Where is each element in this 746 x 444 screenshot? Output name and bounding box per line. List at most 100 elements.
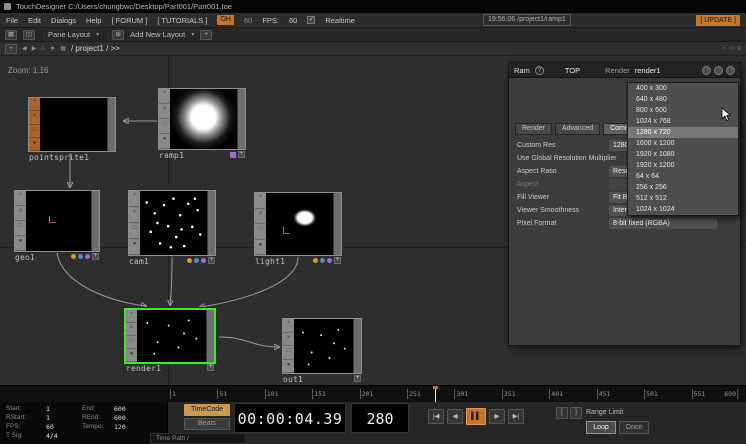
rend-value[interactable]: 600 xyxy=(114,414,126,422)
viewer-flag-icon[interactable]: * xyxy=(15,191,26,206)
display-flag[interactable] xyxy=(194,258,199,263)
node-cam1[interactable]: * × □ ● cam1 + xyxy=(128,190,216,256)
display-flag[interactable] xyxy=(78,254,83,259)
viewer-square-icon[interactable]: □ xyxy=(730,46,734,52)
oh-toggle[interactable]: OH xyxy=(217,15,234,25)
node-light1[interactable]: * × □ ● light1 + xyxy=(254,192,342,256)
clone-flag-icon[interactable]: × xyxy=(283,333,294,347)
update-button[interactable]: [ UPDATE ] xyxy=(696,15,740,26)
display-flag[interactable] xyxy=(230,152,236,158)
op-family-label[interactable]: TOP xyxy=(565,66,580,75)
tab-render[interactable]: Render xyxy=(515,123,552,135)
pickable-flag[interactable] xyxy=(327,258,332,263)
dropdown-option[interactable]: 400 x 300 xyxy=(628,83,738,94)
forward-icon[interactable]: ▶ xyxy=(32,45,37,52)
clone-flag-icon[interactable]: × xyxy=(159,104,170,119)
realtime-label[interactable]: Realtime xyxy=(325,16,355,25)
clone-flag-icon[interactable]: × xyxy=(129,207,140,223)
bypass-flag-icon[interactable]: □ xyxy=(159,119,170,134)
jump-to-end-button[interactable]: ▶| xyxy=(508,409,524,424)
timeline-track[interactable]: 1 51 101 151 201 251 301 351 401 451 501… xyxy=(170,386,738,402)
dropdown-option[interactable]: 800 x 600 xyxy=(628,105,738,116)
clone-flag-icon[interactable]: × xyxy=(126,323,137,336)
end-value[interactable]: 600 xyxy=(114,405,126,413)
menu-file[interactable]: File xyxy=(6,16,18,25)
pane-preset-icon[interactable]: ⊞ xyxy=(112,30,124,40)
node-geo1[interactable]: * × □ ● geo1 + xyxy=(14,190,100,252)
lock-flag-icon[interactable]: ● xyxy=(15,236,26,251)
home-icon[interactable]: ⌂ xyxy=(41,46,45,52)
dropdown-option[interactable]: 1024 x 768 xyxy=(628,116,738,127)
play-forward-button[interactable]: ▶ xyxy=(489,409,505,424)
render-flag[interactable] xyxy=(71,254,76,259)
range-start-icon[interactable]: [ xyxy=(556,407,568,419)
bypass-flag-icon[interactable]: □ xyxy=(126,336,137,349)
add-layout-button[interactable]: + xyxy=(200,30,212,40)
node-viewer[interactable] xyxy=(26,191,91,251)
tutorials-link[interactable]: [ TUTORIALS ] xyxy=(157,16,207,25)
rstart-value[interactable]: 1 xyxy=(46,414,50,422)
viewer-flag-icon[interactable]: * xyxy=(255,193,266,209)
viewer-circle-icon[interactable]: ○ xyxy=(722,46,726,52)
once-button[interactable]: Once xyxy=(619,421,649,434)
viewer-flag-icon[interactable]: * xyxy=(283,319,294,333)
menu-dialogs[interactable]: Dialogs xyxy=(51,16,76,25)
pause-button[interactable]: ▌▌ xyxy=(466,408,486,425)
loop-button[interactable]: Loop xyxy=(586,421,616,434)
comment-icon[interactable] xyxy=(702,66,711,75)
render-flag[interactable] xyxy=(187,258,192,263)
lock-flag-icon[interactable]: ● xyxy=(29,138,40,151)
dropdown-option[interactable]: 64 x 64 xyxy=(628,171,738,182)
pickable-flag[interactable] xyxy=(85,254,90,259)
tempo-value[interactable]: 120 xyxy=(114,423,126,431)
options-lines-icon[interactable]: ≡ xyxy=(737,46,741,52)
playhead[interactable] xyxy=(435,386,436,402)
node-pointsprite1[interactable]: * × □ ● pointsprite1 xyxy=(28,97,116,152)
op-node-name[interactable]: render1 xyxy=(635,66,661,75)
clone-flag-icon[interactable]: × xyxy=(29,111,40,124)
grid-layout-icon[interactable]: ▦ xyxy=(5,30,17,40)
pixel-format-menu[interactable]: 8-bit fixed (RGBA) xyxy=(609,218,717,229)
fps-value[interactable]: 60 xyxy=(46,423,54,431)
resize-handle[interactable]: + xyxy=(208,257,215,264)
resize-handle[interactable]: + xyxy=(92,253,99,260)
resize-handle[interactable]: + xyxy=(354,375,361,382)
node-output-connector[interactable] xyxy=(207,191,215,255)
current-frame-display[interactable]: 280 xyxy=(351,403,409,433)
op-name-field[interactable]: Ram xyxy=(514,66,530,75)
chevron-down-icon[interactable]: ▾ xyxy=(191,31,194,38)
node-output-connector[interactable] xyxy=(353,319,361,373)
dropdown-option[interactable]: 512 x 512 xyxy=(628,193,738,204)
lock-flag-icon[interactable]: ● xyxy=(283,360,294,374)
menu-help[interactable]: Help xyxy=(86,16,101,25)
beats-mode-button[interactable]: Beats xyxy=(184,418,230,430)
dropdown-option[interactable]: 256 x 256 xyxy=(628,182,738,193)
breadcrumb[interactable]: / project1 / >> xyxy=(71,44,120,53)
menu-edit[interactable]: Edit xyxy=(28,16,41,25)
lock-flag-icon[interactable]: ● xyxy=(255,240,266,256)
jump-to-start-button[interactable]: |◀ xyxy=(428,409,444,424)
viewer-flag-icon[interactable]: * xyxy=(129,191,140,207)
viewer-flag-icon[interactable]: * xyxy=(29,98,40,111)
bypass-flag-icon[interactable]: □ xyxy=(15,221,26,236)
viewer-flag-icon[interactable]: * xyxy=(159,89,170,104)
resize-handle[interactable]: + xyxy=(238,151,245,158)
op-create-button[interactable]: + xyxy=(5,44,17,54)
display-flag[interactable] xyxy=(320,258,325,263)
resize-handle[interactable]: + xyxy=(207,364,214,371)
node-output-connector[interactable] xyxy=(107,98,115,151)
grid-icon[interactable]: ▦ xyxy=(60,45,66,52)
node-output-connector[interactable] xyxy=(333,193,341,255)
clone-flag-icon[interactable]: × xyxy=(255,209,266,225)
pane-layout-menu[interactable]: Pane Layout xyxy=(48,30,90,39)
timecode-mode-button[interactable]: TimeCode xyxy=(184,404,230,416)
add-new-layout-menu[interactable]: Add New Layout xyxy=(130,30,185,39)
clone-flag-icon[interactable]: × xyxy=(15,206,26,221)
node-viewer[interactable] xyxy=(266,193,333,255)
help-icon[interactable]: ? xyxy=(535,66,544,75)
bypass-flag-icon[interactable]: □ xyxy=(29,125,40,138)
bookmark-star-icon[interactable]: ★ xyxy=(50,45,55,52)
back-icon[interactable]: ◀ xyxy=(22,45,27,52)
dropdown-option[interactable]: 1920 x 1080 xyxy=(628,149,738,160)
realtime-checkbox[interactable]: ✓ xyxy=(307,16,315,24)
